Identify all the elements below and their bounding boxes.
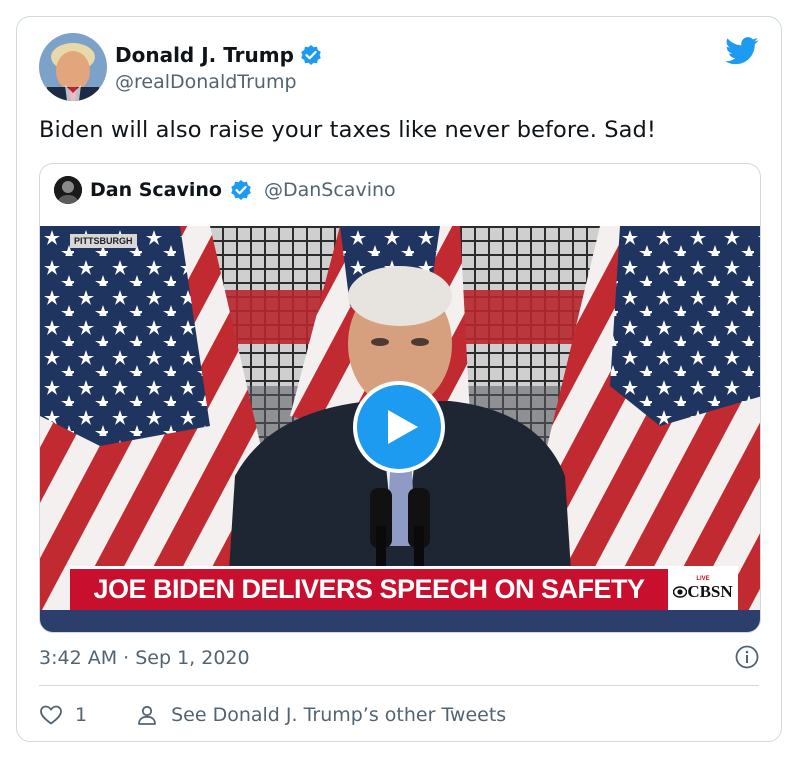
play-icon bbox=[386, 408, 420, 446]
divider bbox=[39, 685, 759, 686]
author-name-line: Donald J. Trump bbox=[115, 43, 322, 67]
info-icon[interactable] bbox=[735, 645, 759, 669]
author-name[interactable]: Donald J. Trump bbox=[115, 43, 294, 67]
verified-badge-icon bbox=[230, 179, 252, 201]
author-handle[interactable]: @realDonaldTrump bbox=[115, 71, 297, 93]
network-name-text: CBSN bbox=[687, 581, 733, 601]
person-icon bbox=[135, 703, 159, 727]
cbs-eye-icon bbox=[673, 585, 688, 598]
tweet-timestamp[interactable]: 3:42 AM · Sep 1, 2020 bbox=[39, 647, 250, 669]
video-player[interactable]: PITTSBURGH JOE BIDEN DELIVERS SPEECH ON … bbox=[40, 226, 760, 632]
play-button[interactable] bbox=[353, 381, 445, 473]
quoted-author-name: Dan Scavino bbox=[90, 179, 222, 201]
tweet-card: Donald J. Trump @realDonaldTrump Biden w… bbox=[16, 16, 782, 742]
other-tweets-label: See Donald J. Trump’s other Tweets bbox=[171, 704, 507, 726]
network-name: CBSN bbox=[673, 581, 733, 601]
location-tag: PITTSBURGH bbox=[70, 234, 137, 248]
other-tweets-link[interactable]: See Donald J. Trump’s other Tweets bbox=[135, 703, 506, 727]
tweet-actions: 1 See Donald J. Trump’s other Tweets bbox=[39, 703, 506, 727]
twitter-bird-icon[interactable] bbox=[725, 37, 759, 65]
quoted-author-avatar bbox=[54, 176, 82, 204]
news-chyron: JOE BIDEN DELIVERS SPEECH ON SAFETY bbox=[70, 566, 668, 610]
tweet-text: Biden will also raise your taxes like ne… bbox=[39, 117, 656, 143]
network-logo: LIVE CBSN bbox=[668, 566, 738, 610]
like-button[interactable]: 1 bbox=[39, 703, 87, 727]
heart-icon bbox=[39, 703, 63, 727]
quoted-tweet[interactable]: Dan Scavino @DanScavino PITTSBURGH JOE B… bbox=[39, 163, 761, 633]
quoted-author-handle: @DanScavino bbox=[263, 179, 396, 201]
like-count: 1 bbox=[75, 704, 88, 726]
verified-badge-icon bbox=[300, 44, 322, 66]
author-avatar[interactable] bbox=[39, 33, 107, 101]
quoted-tweet-header: Dan Scavino @DanScavino bbox=[54, 176, 396, 204]
